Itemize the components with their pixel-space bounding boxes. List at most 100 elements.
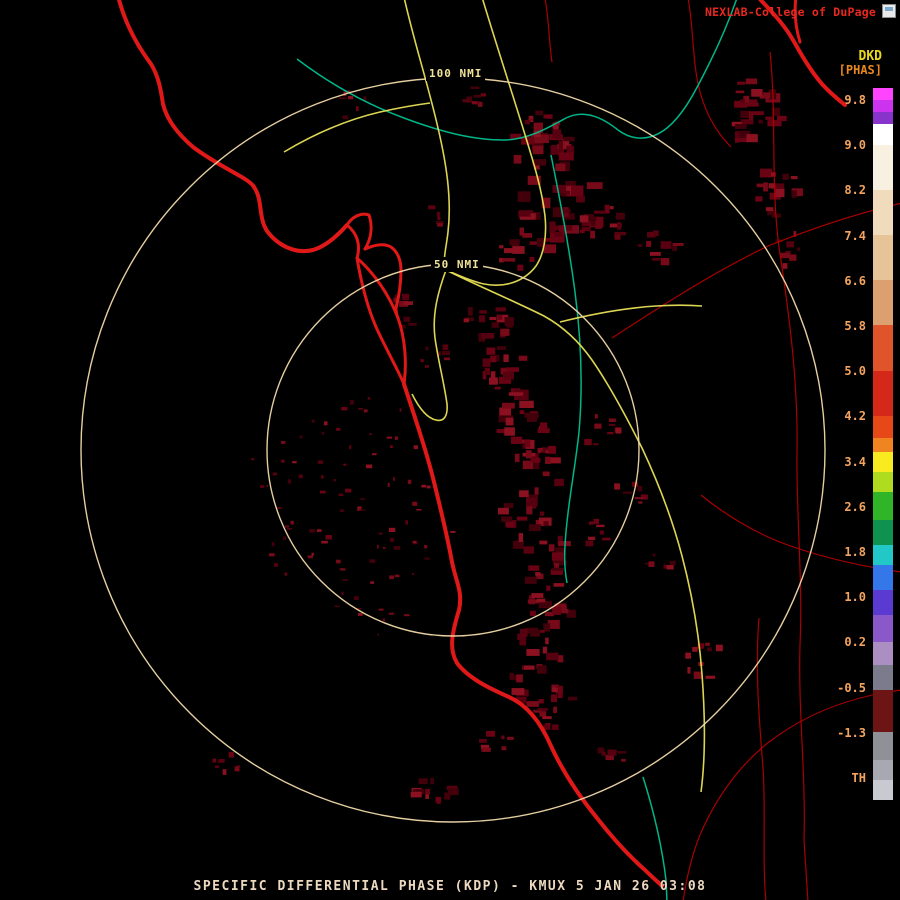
radar-echo [524,412,539,418]
radar-echo [594,414,598,419]
radar-echo [791,190,797,198]
radar-echo [513,154,522,164]
radar-echo [497,314,503,320]
radar-echo [535,572,541,576]
radar-echo [637,243,643,248]
radar-echo [273,563,278,567]
highway-peninsula-east [355,256,407,386]
radar-echo [551,694,558,703]
radar-echo [266,485,268,487]
radar-echo [540,630,545,633]
radar-echo [358,407,363,410]
county-line [687,0,732,148]
radar-echo [552,552,564,561]
radar-echo [388,527,396,532]
county-line [611,202,900,339]
radar-echo [545,637,549,645]
radar-echo [349,400,354,405]
radar-echo [735,124,747,129]
radar-echo [418,778,428,785]
radar-echo [563,136,575,142]
radar-echo [751,89,763,97]
radar-echo [412,501,418,506]
radar-echo [536,598,546,603]
radar-echo [693,671,702,679]
radar-echo [321,475,324,479]
radar-echo [506,321,513,328]
radar-echo [511,688,525,695]
radar-echo [325,535,332,540]
radar-echo [666,565,674,570]
radar-echo [609,206,614,210]
radar-echo [436,212,440,218]
radar-echo [595,220,602,229]
radar-echo [430,777,434,785]
radar-echo [672,243,684,246]
radar-echo [499,245,504,249]
radar-echo [292,461,297,464]
radar-echo [441,350,451,356]
colorbar-segment [873,565,893,590]
radar-echo [389,537,395,543]
radar-echo [479,310,487,314]
county-line [700,494,900,573]
radar-echo [424,365,429,368]
radar-echo [382,618,386,622]
radar-echo [428,205,436,210]
radar-echo [705,642,710,646]
colorbar-segment [873,452,893,472]
range-ring-label-100nmi: 100 NMI [426,66,486,81]
radar-echo [652,553,656,557]
radar-echo [410,791,422,798]
radar-echo [463,318,469,323]
radar-echo [549,221,556,233]
radar-echo [376,544,379,549]
radar-echo [594,210,605,214]
radar-echo [523,546,535,554]
radar-echo [685,652,691,659]
radar-echo [522,233,532,238]
radar-echo [501,516,513,522]
highway-coast [117,0,256,189]
radar-echo [543,114,552,119]
radar-echo [660,241,672,249]
radar-echo [614,235,621,240]
radar-echo [715,644,723,652]
radar-echo [593,518,600,524]
radar-echo [280,441,286,444]
radar-echo [552,129,562,139]
radar-echo [502,258,516,262]
radar-echo [435,796,442,803]
radar-echo [504,427,515,436]
radar-echo [514,453,520,463]
radar-echo [599,530,604,535]
radar-echo [539,540,548,545]
colorbar-segment [873,416,893,438]
colorbar-segment [873,124,893,145]
radar-echo [365,464,373,469]
radar-echo [480,93,487,97]
radar-echo [285,525,289,528]
radar-echo [272,472,278,476]
radar-echo [357,613,363,616]
radar-echo [502,402,515,409]
radar-echo [276,507,282,509]
radar-echo [504,248,518,254]
radar-echo [323,421,328,426]
radar-echo [505,521,515,528]
radar-echo [501,735,505,740]
radar-echo [462,99,470,103]
radar-echo [537,448,542,454]
radar-echo [349,445,352,450]
radar-echo [386,436,393,439]
brand-title: NEXLAB-College of DuPage [705,5,876,19]
radar-echo [517,191,531,202]
radar-echo [660,258,670,266]
radar-echo [530,457,541,463]
radar-echo [214,765,219,768]
radar-echo [737,81,746,85]
colorbar-segment [873,280,893,325]
radar-echo [786,241,795,248]
radar-echo [345,488,352,493]
radar-echo [489,316,497,321]
